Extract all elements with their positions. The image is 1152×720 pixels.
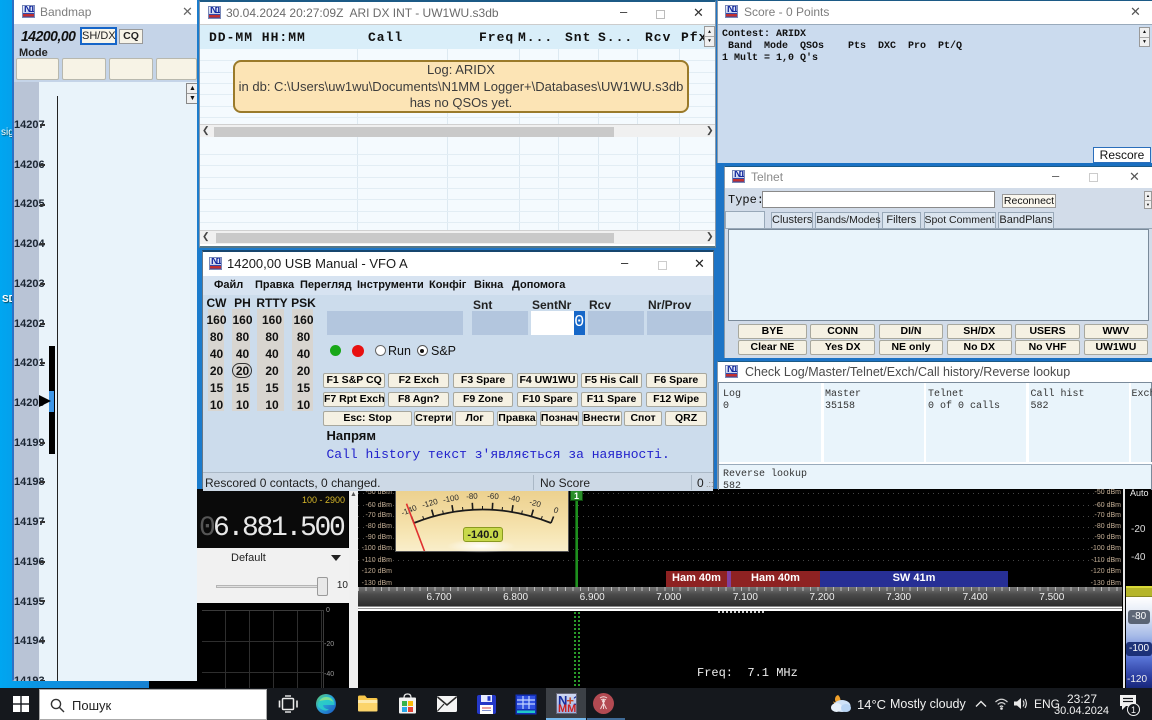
svg-text:-40: -40: [508, 493, 521, 504]
svg-text:0: 0: [552, 505, 560, 515]
svg-text:-100: -100: [442, 493, 460, 505]
svg-text:-120: -120: [421, 497, 439, 510]
svg-text:-20: -20: [528, 498, 542, 510]
svg-text:-80: -80: [466, 491, 479, 501]
svg-text:-60: -60: [487, 492, 500, 502]
